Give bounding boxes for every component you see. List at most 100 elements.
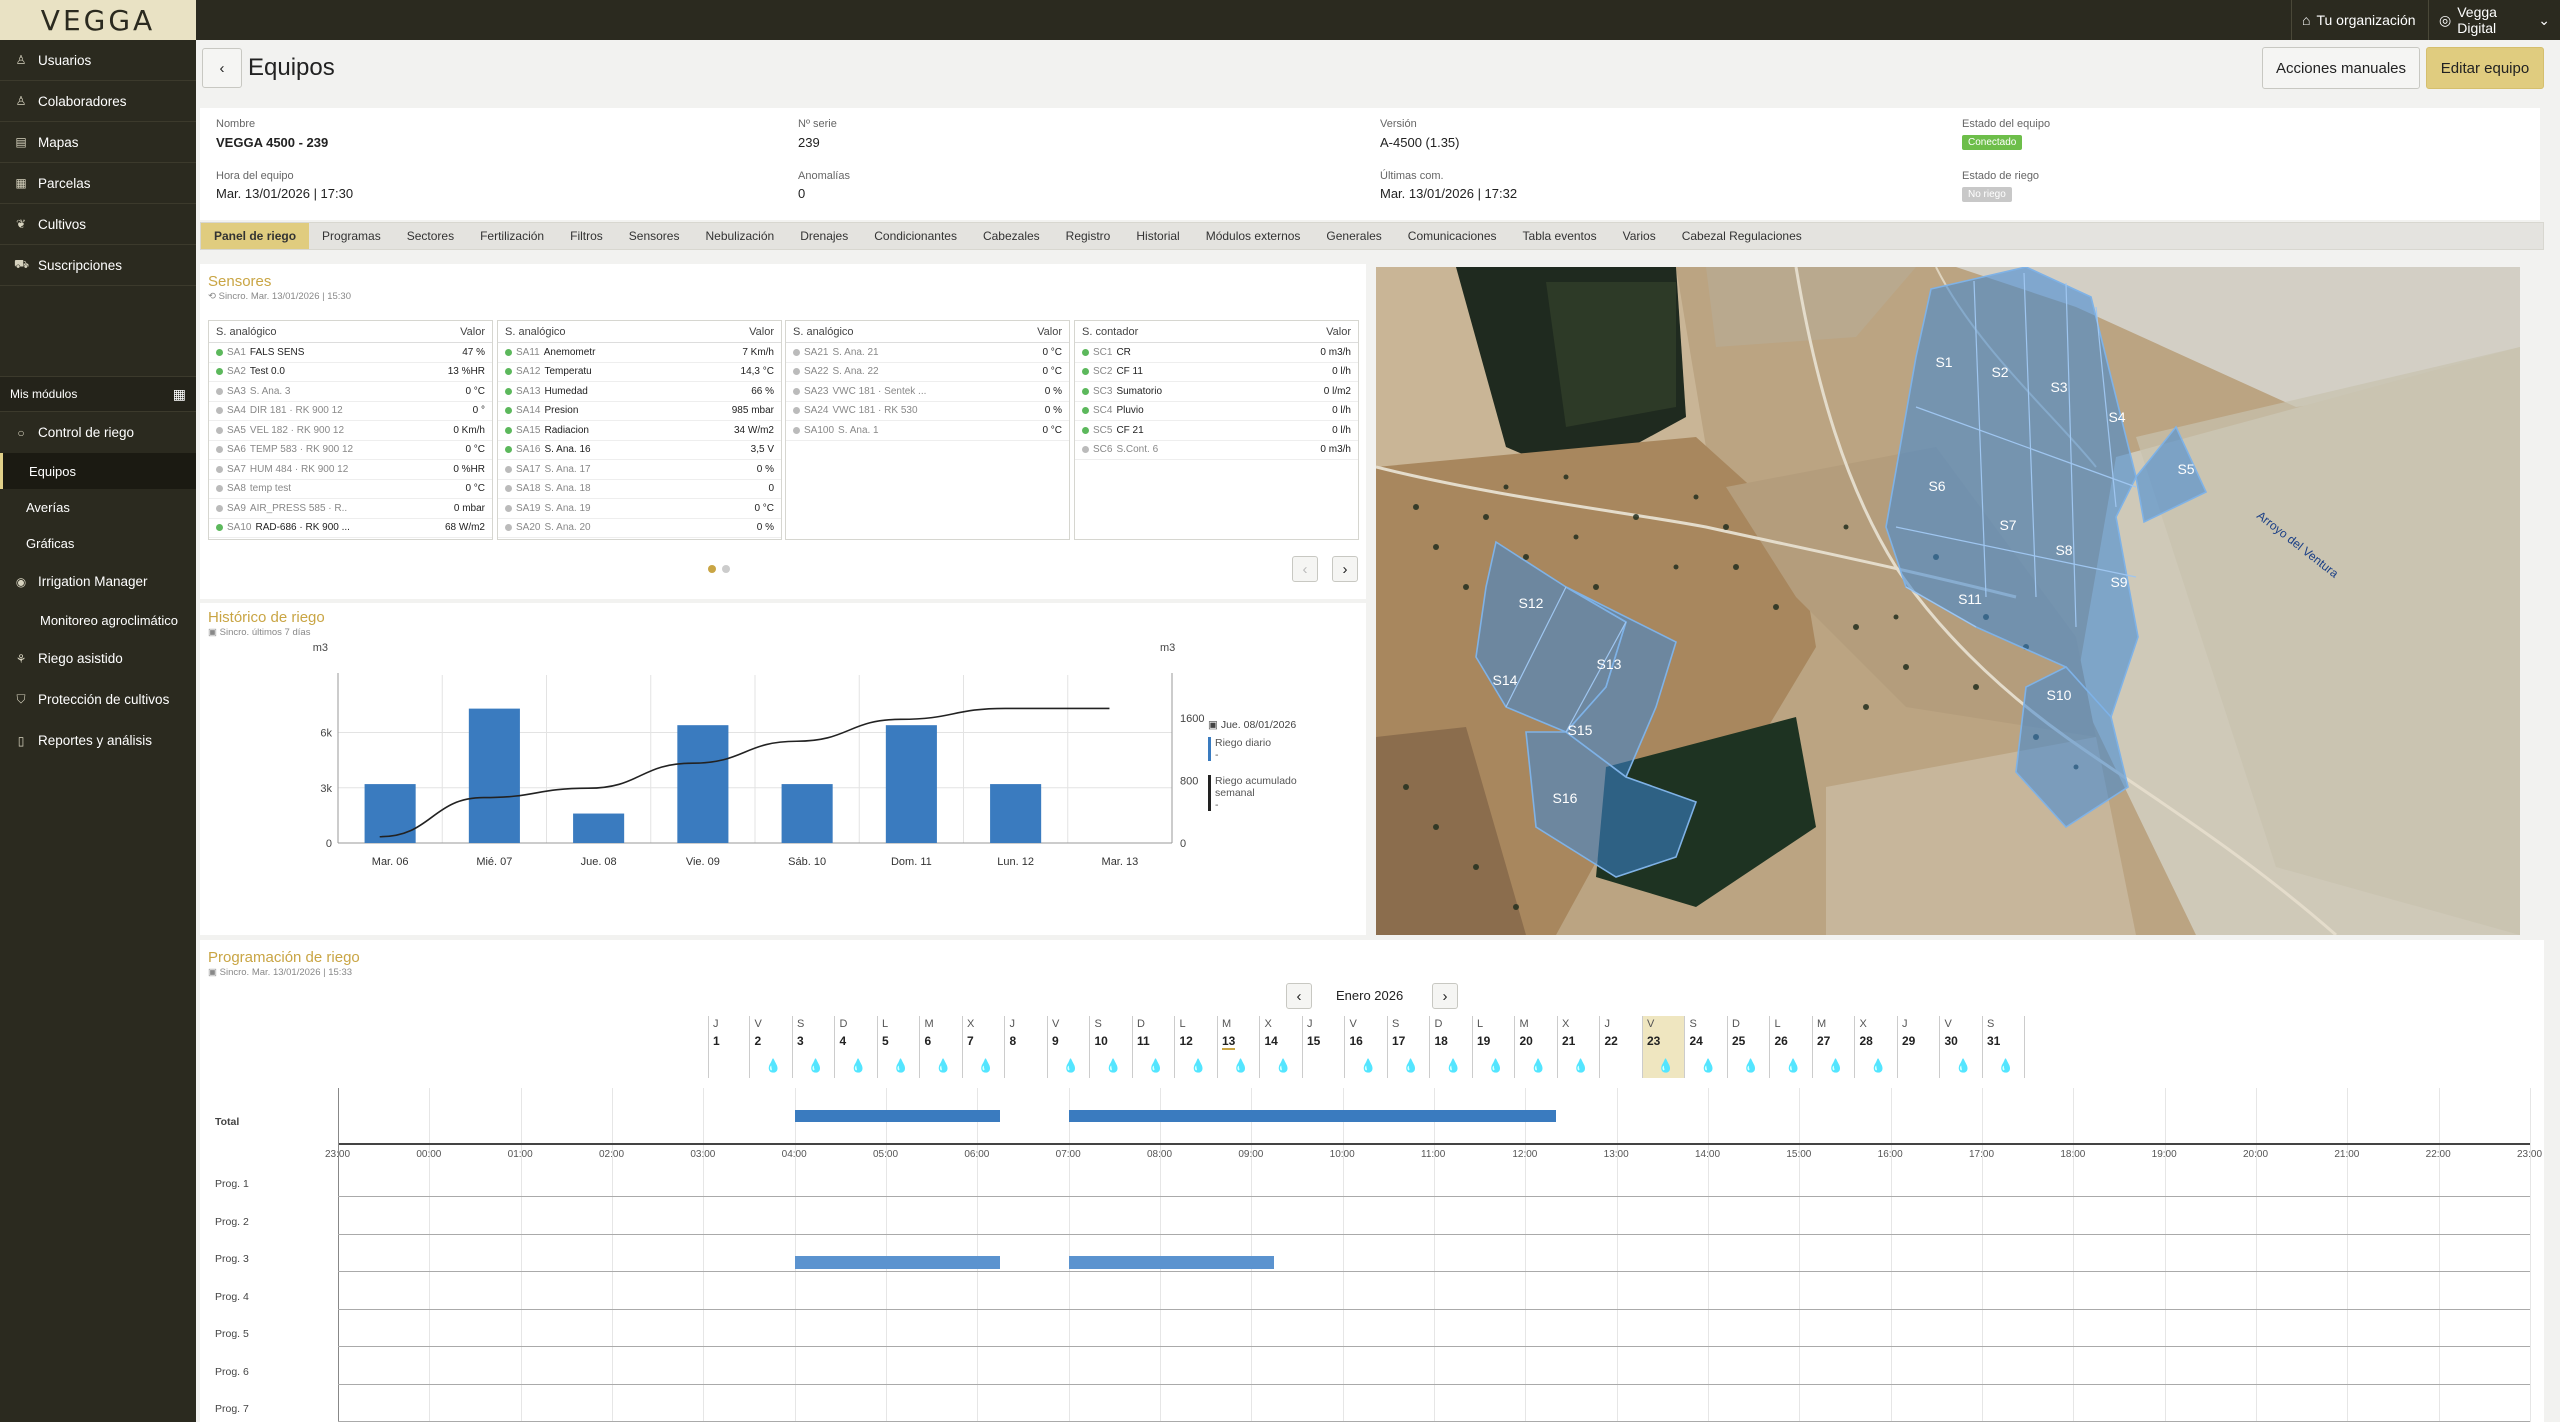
sidebar-item-control-de-riego[interactable]: ○ Control de riego <box>0 412 196 453</box>
tab-drenajes[interactable]: Drenajes <box>787 223 861 249</box>
tab-sensores[interactable]: Sensores <box>616 223 693 249</box>
calendar-day[interactable]: L 26 💧 <box>1770 1016 1813 1078</box>
calendar-day[interactable]: V 9 💧 <box>1048 1016 1090 1078</box>
next-month-button[interactable]: › <box>1432 983 1458 1009</box>
sensor-row[interactable]: SA3 S. Ana. 3 0 °C <box>209 382 492 402</box>
sensor-row[interactable]: SA14 Presion 985 mbar <box>498 402 781 421</box>
calendar-day[interactable]: V 23 💧 <box>1643 1016 1685 1078</box>
edit-equipment-button[interactable]: Editar equipo <box>2426 47 2544 89</box>
prev-month-button[interactable]: ‹ <box>1286 983 1312 1009</box>
sector-label-s13[interactable]: S13 <box>1597 656 1622 672</box>
tab-panel-de-riego[interactable]: Panel de riego <box>201 223 310 249</box>
tab-generales[interactable]: Generales <box>1313 223 1394 249</box>
calendar-day[interactable]: L 19 💧 <box>1473 1016 1515 1078</box>
sensor-row[interactable]: SA1 FALS SENS 47 % <box>209 343 492 363</box>
vegga-logo[interactable]: VEGGA <box>0 0 196 40</box>
sensor-row[interactable]: SA12 Temperatu 14,3 °C <box>498 363 781 382</box>
prev-page-button[interactable]: ‹ <box>1292 556 1318 582</box>
sensor-row[interactable]: SA19 S. Ana. 19 0 °C <box>498 499 781 519</box>
sidebar-item-irrigation-manager[interactable]: ◉ Irrigation Manager <box>0 561 196 602</box>
calendar-day[interactable]: J8 <box>1005 1016 1048 1078</box>
program-3-bar[interactable] <box>1068 1256 1275 1269</box>
tab-condicionantes[interactable]: Condicionantes <box>861 223 970 249</box>
calendar-day[interactable]: M 27 💧 <box>1813 1016 1855 1078</box>
sensor-row[interactable]: SA20 S. Ana. 20 0 % <box>498 519 781 538</box>
sensor-row[interactable]: SA6 TEMP 583 · RK 900 12 0 °C <box>209 441 492 460</box>
sensor-row[interactable]: SA15 Radiacion 34 W/m2 <box>498 421 781 441</box>
sidebar-item-cultivos[interactable]: ❦ Cultivos <box>0 204 196 245</box>
tab-tabla-eventos[interactable]: Tabla eventos <box>1510 223 1610 249</box>
grid-icon[interactable]: ▦ <box>173 386 186 403</box>
manual-actions-button[interactable]: Acciones manuales <box>2262 47 2420 89</box>
sector-label-s16[interactable]: S16 <box>1553 790 1578 806</box>
sensor-row[interactable]: SC1 CR 0 m3/h <box>1075 343 1358 363</box>
sensor-row[interactable]: SA2 Test 0.0 13 %HR <box>209 363 492 382</box>
calendar-day[interactable]: S 10 💧 <box>1090 1016 1133 1078</box>
calendar-day[interactable]: D 11 💧 <box>1133 1016 1175 1078</box>
sensor-row[interactable]: SC3 Sumatorio 0 l/m2 <box>1075 382 1358 402</box>
total-irrigation-bar[interactable] <box>794 1110 1001 1122</box>
sector-label-s12[interactable]: S12 <box>1519 595 1544 611</box>
calendar-day[interactable]: D 4 💧 <box>835 1016 878 1078</box>
calendar-day[interactable]: D 18 💧 <box>1430 1016 1473 1078</box>
tab-varios[interactable]: Varios <box>1610 223 1669 249</box>
tab-programas[interactable]: Programas <box>309 223 394 249</box>
sector-label-s3[interactable]: S3 <box>2050 379 2067 395</box>
sensor-row[interactable]: SA10 RAD-686 · RK 900 ... 68 W/m2 <box>209 519 492 538</box>
sector-label-s8[interactable]: S8 <box>2055 542 2072 558</box>
calendar-day[interactable]: D 25 💧 <box>1728 1016 1770 1078</box>
tab-sectores[interactable]: Sectores <box>394 223 467 249</box>
user-menu-button[interactable]: ◎ Vegga Digital ⌄ <box>2428 0 2560 40</box>
sensor-row[interactable]: SA22 S. Ana. 22 0 °C <box>786 363 1069 382</box>
calendar-day[interactable]: M 13 💧 <box>1218 1016 1260 1078</box>
sector-label-s2[interactable]: S2 <box>1991 364 2008 380</box>
sensor-row[interactable]: SA23 VWC 181 · Sentek ... 0 % <box>786 382 1069 402</box>
tab-m-dulos-externos[interactable]: Módulos externos <box>1193 223 1314 249</box>
back-button[interactable]: ‹ <box>202 48 242 88</box>
calendar-day[interactable]: V 30 💧 <box>1940 1016 1983 1078</box>
sidebar-item-usuarios[interactable]: ♙ Usuarios <box>0 40 196 81</box>
sensor-row[interactable]: SA21 S. Ana. 21 0 °C <box>786 343 1069 363</box>
calendar-day[interactable]: X 28 💧 <box>1855 1016 1898 1078</box>
sector-label-s14[interactable]: S14 <box>1493 672 1518 688</box>
calendar-day[interactable]: X 7 💧 <box>963 1016 1005 1078</box>
sensor-row[interactable]: SA4 DIR 181 · RK 900 12 0 ° <box>209 402 492 421</box>
program-3-bar[interactable] <box>794 1256 1001 1269</box>
calendar-day[interactable]: S 24 💧 <box>1685 1016 1728 1078</box>
calendar-day[interactable]: X 21 💧 <box>1558 1016 1600 1078</box>
sensor-row[interactable]: SA24 VWC 181 · RK 530 0 % <box>786 402 1069 421</box>
calendar-day[interactable]: L 5 💧 <box>878 1016 920 1078</box>
sector-label-s11[interactable]: S11 <box>1958 591 1982 607</box>
calendar-day[interactable]: J 22 <box>1600 1016 1643 1078</box>
calendar-day[interactable]: S 3 💧 <box>793 1016 835 1078</box>
calendar-day[interactable]: J 29 <box>1898 1016 1940 1078</box>
sensor-row[interactable]: SC6 S.Cont. 6 0 m3/h <box>1075 441 1358 460</box>
tab-nebulizaci-n[interactable]: Nebulización <box>692 223 787 249</box>
calendar-day[interactable]: X 14 💧 <box>1260 1016 1303 1078</box>
sensor-row[interactable]: SA18 S. Ana. 18 0 <box>498 480 781 499</box>
calendar-day[interactable]: V 2 💧 <box>750 1016 793 1078</box>
sensor-row[interactable]: SA8 temp test 0 °C <box>209 480 492 499</box>
sensor-row[interactable]: SA17 S. Ana. 17 0 % <box>498 460 781 480</box>
sensor-row[interactable]: SA100 S. Ana. 1 0 °C <box>786 421 1069 441</box>
tab-comunicaciones[interactable]: Comunicaciones <box>1395 223 1510 249</box>
total-irrigation-bar[interactable] <box>1068 1110 1556 1122</box>
sensor-row[interactable]: SA9 AIR_PRESS 585 · R.. 0 mbar <box>209 499 492 519</box>
sector-label-s6[interactable]: S6 <box>1928 478 1945 494</box>
tab-cabezal-regulaciones[interactable]: Cabezal Regulaciones <box>1669 223 1815 249</box>
sidebar-item-parcelas[interactable]: ▦ Parcelas <box>0 163 196 204</box>
calendar-day[interactable]: L 12 💧 <box>1175 1016 1218 1078</box>
sensor-row[interactable]: SA13 Humedad 66 % <box>498 382 781 402</box>
sidebar-item-proteccion-de-cultivos[interactable]: ⛉ Protección de cultivos <box>0 679 196 720</box>
calendar-day[interactable]: S 31 💧 <box>1983 1016 2025 1078</box>
sidebar-item-riego-asistido[interactable]: ⚘ Riego asistido <box>0 638 196 679</box>
tab-registro[interactable]: Registro <box>1053 223 1124 249</box>
organization-button[interactable]: ⌂ Tu organización <box>2291 0 2426 40</box>
sidebar-item-mapas[interactable]: ▤ Mapas <box>0 122 196 163</box>
sensor-row[interactable]: SA5 VEL 182 · RK 900 12 0 Km/h <box>209 421 492 441</box>
pager-dot[interactable] <box>722 565 730 573</box>
sidebar-item-averias[interactable]: Averías <box>0 489 196 525</box>
sector-label-s5[interactable]: S5 <box>2177 461 2194 477</box>
sensor-row[interactable]: SC2 CF 11 0 l/h <box>1075 363 1358 382</box>
sidebar-item-monitoreo-agroclimatico[interactable]: Monitoreo agroclimático <box>0 602 196 638</box>
